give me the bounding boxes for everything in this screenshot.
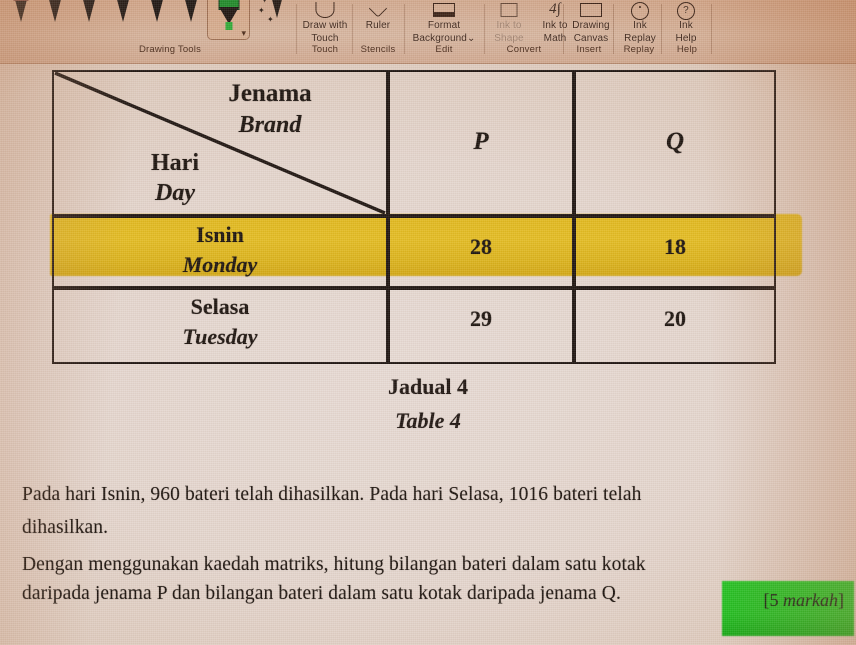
caption-jadual: Jadual 4 — [387, 374, 469, 399]
marks-allocation: [5 markah] — [764, 589, 845, 611]
cell-tuesday-q: 20 — [664, 306, 686, 331]
row-label-tuesday: Tuesday — [182, 324, 258, 349]
marks-suffix: ] — [838, 590, 844, 610]
cell-monday-p: 28 — [470, 234, 492, 259]
cell-monday-q: 18 — [664, 234, 686, 259]
corner-label-hari: Hari — [151, 150, 199, 176]
paragraph-1-line-1: Pada hari Isnin, 960 bateri telah dihasi… — [22, 484, 642, 505]
row-label-selasa: Selasa — [190, 294, 250, 319]
corner-label-brand: Brand — [238, 112, 302, 138]
marks-prefix: [5 — [763, 590, 783, 610]
paragraph-1-line-2: dihasilkan. — [22, 517, 109, 538]
corner-label-jenama: Jenama — [228, 80, 312, 107]
paragraph-2-line-1: Dengan menggunakan kaedah matriks, hitun… — [22, 554, 646, 575]
worksheet-page: Jenama Brand Hari Day P Q Isnin Monday 2… — [0, 0, 856, 645]
table-jadual-4: Jenama Brand Hari Day P Q Isnin Monday 2… — [52, 70, 776, 366]
corner-label-day: Day — [155, 180, 195, 206]
row-label-isnin: Isnin — [196, 222, 244, 247]
caption-table: Table 4 — [395, 408, 461, 433]
column-header-q: Q — [665, 128, 685, 155]
screenshot-root: ▾ ✦ ✦ ✦ Draw with Touch Ruler Format Bac… — [0, 0, 856, 645]
row-label-monday: Monday — [182, 252, 258, 277]
cell-tuesday-p: 29 — [470, 306, 492, 331]
column-header-p: P — [473, 128, 489, 155]
marks-word: markah — [783, 590, 838, 610]
